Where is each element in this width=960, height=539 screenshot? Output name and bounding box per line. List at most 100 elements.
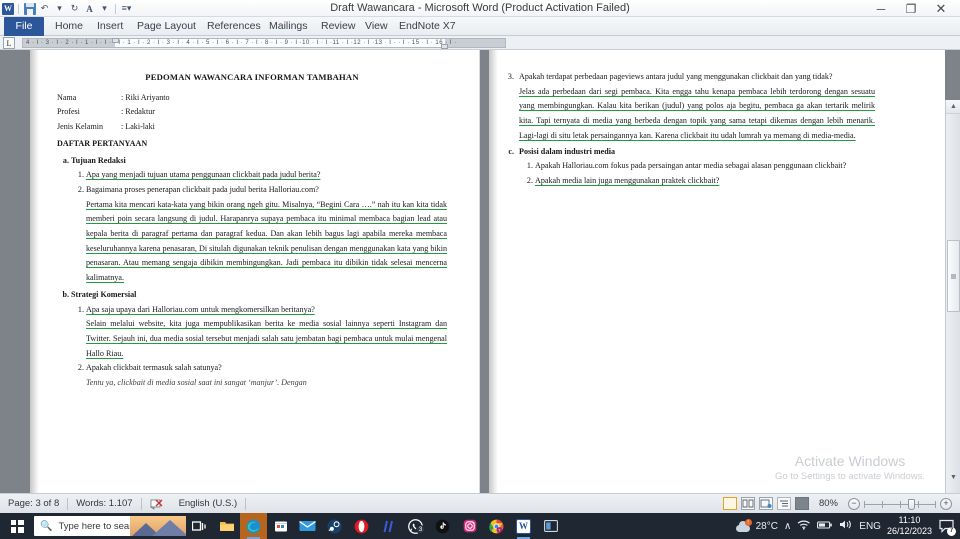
tab-stop-selector[interactable]: L [3, 37, 15, 49]
section-label-a: Tujuan Redaksi [71, 155, 126, 165]
volume-icon[interactable] [839, 517, 853, 535]
minimize-button[interactable]: ─ [866, 1, 896, 17]
right-indent-marker[interactable] [441, 44, 448, 49]
chrome-icon[interactable]: T [483, 513, 510, 539]
tab-home[interactable]: Home [48, 17, 90, 36]
section-item-tujuan-redaksi: Tujuan Redaksi Apa yang menjadi tujuan u… [71, 154, 447, 286]
tab-mailings[interactable]: Mailings [262, 17, 314, 36]
microsoft-store-icon[interactable] [267, 513, 294, 539]
mail-icon[interactable] [294, 513, 321, 539]
section-heading-daftar-pertanyaan: DAFTAR PERTANYAAN [57, 138, 148, 148]
whatsapp-icon[interactable]: 3 [402, 513, 429, 539]
hashtag-app-icon[interactable] [375, 513, 402, 539]
activate-windows-watermark: Activate Windows Go to Settings to activ… [775, 452, 925, 483]
window-controls[interactable]: ─ ❐ ✕ [866, 0, 956, 17]
question-list-c: Apakah Halloriau.com fokus pada persaing… [519, 159, 875, 188]
question-list-a: Apa yang menjadi tujuan utama penggunaan… [71, 168, 447, 286]
question-item: Apakah clickbait termasuk salah satunya?… [86, 361, 447, 390]
show-hidden-icons[interactable]: ∧ [784, 521, 791, 532]
section-item-strategi-komersial: Strategi Komersial Apa saja upaya dari H… [71, 288, 447, 391]
word-count[interactable]: Words: 1.107 [68, 494, 140, 514]
tab-page-layout[interactable]: Page Layout [130, 17, 200, 36]
page-indicator[interactable]: Page: 3 of 8 [0, 494, 67, 514]
notification-center-icon[interactable]: 7 [938, 518, 956, 536]
question-list-b: Apa saja upaya dari Halloriau.com untuk … [71, 303, 447, 391]
outline-view-button[interactable] [776, 497, 791, 510]
scrollbar-thumb[interactable] [947, 240, 960, 312]
weather-widget[interactable]: ! 28°C [735, 519, 778, 532]
zoom-slider-handle[interactable] [908, 498, 915, 510]
scroll-up-button[interactable]: ▲ [946, 100, 960, 114]
question-text: Bagaimana proses penerapan clickbait pad… [86, 184, 319, 194]
first-line-indent-marker[interactable] [112, 38, 119, 43]
weather-temperature: 28°C [755, 520, 778, 532]
meta-key-nama: Nama [57, 92, 77, 102]
tab-endnote[interactable]: EndNote X7 [392, 17, 456, 36]
print-layout-view-button[interactable] [722, 497, 737, 510]
tab-references[interactable]: References [200, 17, 262, 36]
restore-button[interactable]: ❐ [896, 1, 926, 17]
tab-view[interactable]: View [358, 17, 392, 36]
windows-taskbar: 🔍 Type here to search 3 T W ! 28°C ∧ ENG… [0, 513, 960, 539]
word-taskbar-icon[interactable]: W [510, 513, 537, 539]
language-indicator[interactable]: English (U.S.) [171, 494, 246, 514]
microsoft-edge-icon[interactable] [240, 513, 267, 539]
zoom-out-button[interactable]: − [848, 497, 860, 510]
search-input[interactable]: 🔍 Type here to search [34, 516, 186, 536]
tab-review[interactable]: Review [314, 17, 358, 36]
meta-key-profesi: Profesi [57, 107, 80, 117]
answer-text: Tentu ya, clickbait di media sosial saat… [86, 378, 307, 388]
watermark-subtitle: Go to Settings to activate Windows. [775, 471, 925, 482]
opera-icon[interactable] [348, 513, 375, 539]
windows-start-icon[interactable] [0, 513, 34, 539]
document-page-right[interactable]: 3. Apakah terdapat perbedaan pageviews a… [489, 50, 945, 493]
media-app-icon[interactable] [537, 513, 564, 539]
window-title: Draft Wawancara - Microsoft Word (Produc… [330, 2, 630, 14]
file-explorer-icon[interactable] [213, 513, 240, 539]
question-item: Apakah media lain juga menggunakan prakt… [535, 174, 875, 189]
document-page-left[interactable]: PEDOMAN WAWANCARA INFORMAN TAMBAHAN Nama… [30, 50, 480, 493]
vertical-scrollbar[interactable]: ▲ ▼ ♦ ○ ♦ [945, 100, 960, 539]
language-indicator[interactable]: ENG [859, 521, 881, 532]
answer-text: Selain melalui website, kita juga mempub… [86, 319, 447, 358]
watermark-title: Activate Windows [794, 453, 906, 469]
clock-time: 11:10 [898, 515, 921, 525]
web-layout-view-button[interactable] [758, 497, 773, 510]
proofing-errors-icon[interactable] [142, 494, 171, 514]
task-view-icon[interactable] [186, 513, 213, 539]
draft-view-button[interactable] [794, 497, 809, 510]
full-screen-reading-view-button[interactable] [740, 497, 755, 510]
wifi-icon[interactable] [797, 517, 811, 535]
tab-insert[interactable]: Insert [90, 17, 130, 36]
section-list: Tujuan Redaksi Apa yang menjadi tujuan u… [57, 154, 447, 391]
zoom-slider[interactable] [864, 498, 936, 510]
horizontal-ruler[interactable]: 4 · I · 3 · I · 2 · I · 1 · I · I · · I … [22, 38, 506, 49]
search-icon: 🔍 [40, 520, 53, 532]
question-item: Bagaimana proses penerapan clickbait pad… [86, 183, 447, 286]
battery-icon[interactable] [817, 517, 833, 535]
question-text: Apakah Halloriau.com fokus pada persaing… [535, 161, 847, 171]
scroll-down-button[interactable]: ▼ [946, 470, 960, 484]
ruler-bar: L 4 · I · 3 · I · 2 · I · 1 · I · I · · … [0, 36, 960, 86]
tiktok-icon[interactable] [429, 513, 456, 539]
steam-icon[interactable] [321, 513, 348, 539]
zoom-level[interactable]: 80% [813, 494, 844, 514]
section-bullet-c: c. [508, 146, 514, 156]
tab-file[interactable]: File [4, 17, 44, 36]
meta-value-jenis-kelamin: : Laki-laki [121, 122, 155, 132]
section-label-b: Strategi Komersial [71, 289, 137, 299]
question-text: Apakah terdapat perbedaan pageviews anta… [519, 72, 833, 81]
section-label-c: Posisi dalam industri media [519, 146, 616, 156]
answer-text: Pertama kita mencari kata-kata yang biki… [86, 199, 447, 283]
instagram-icon[interactable] [456, 513, 483, 539]
meta-row-nama: Nama : Riki Ariyanto [57, 91, 447, 106]
question-item: Apakah Halloriau.com fokus pada persaing… [535, 159, 875, 174]
status-bar: Page: 3 of 8 Words: 1.107 English (U.S.) [0, 493, 960, 513]
close-button[interactable]: ✕ [926, 1, 956, 17]
search-decoration-image [130, 516, 186, 536]
whatsapp-badge: 3 [416, 525, 425, 534]
taskbar-clock[interactable]: 11:10 26/12/2023 [887, 515, 932, 537]
meta-row-jenis-kelamin: Jenis Kelamin : Laki-laki [57, 120, 447, 135]
zoom-in-button[interactable]: + [940, 497, 952, 510]
document-canvas[interactable]: PEDOMAN WAWANCARA INFORMAN TAMBAHAN Nama… [0, 50, 960, 539]
